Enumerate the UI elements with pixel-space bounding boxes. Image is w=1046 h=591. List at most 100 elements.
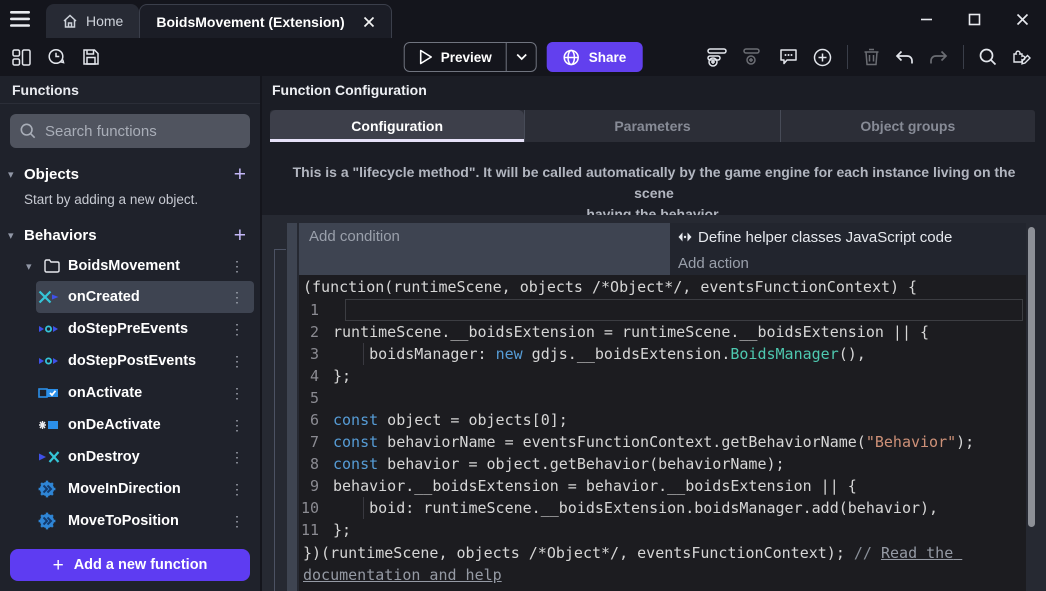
function-item-onactivate[interactable]: onActivate ⋮ (36, 377, 254, 409)
tab-object-groups[interactable]: Object groups (780, 110, 1035, 142)
objects-empty-text: Start by adding a new object. (0, 190, 260, 215)
content: Functions Search functions ▾ Objects + S… (0, 76, 1046, 591)
home-icon (62, 13, 78, 29)
kebab-menu-icon[interactable]: ⋮ (228, 449, 246, 466)
history-icon (47, 48, 66, 66)
preview-split-button: Preview (404, 42, 537, 72)
function-item-movetoposition[interactable]: MoveToPosition ⋮ (36, 505, 254, 537)
comment-icon (779, 48, 798, 66)
configuration-tabs: Configuration Parameters Object groups (270, 110, 1035, 142)
tab-boidsmovement[interactable]: BoidsMovement (Extension) (139, 4, 391, 38)
lifecycle-description: This is a "lifecycle method". It will be… (262, 142, 1046, 215)
function-item-dosteppostevents[interactable]: doStepPostEvents ⋮ (36, 345, 254, 377)
add-condition-button[interactable]: Add condition (299, 223, 670, 275)
function-item-label: doStepPreEvents (68, 321, 188, 337)
code-icon (678, 232, 692, 242)
description-line1: This is a "lifecycle method". It will be… (282, 162, 1026, 204)
close-window-button[interactable] (998, 0, 1046, 38)
kebab-menu-icon[interactable]: ⋮ (228, 513, 246, 530)
behavior-group-boidsmovement[interactable]: ▾ BoidsMovement ⋮ (0, 251, 260, 281)
toggle-panels-button[interactable] (12, 49, 31, 66)
main-panel: Function Configuration Configuration Par… (262, 76, 1046, 591)
add-new-function-label: Add a new function (74, 557, 208, 573)
history-button[interactable] (47, 48, 66, 66)
onactivate-icon (38, 385, 60, 401)
maximize-icon (968, 13, 981, 26)
delete-button[interactable] (863, 48, 880, 66)
minimize-button[interactable] (902, 0, 950, 38)
event-title: Define helper classes JavaScript code (670, 223, 1026, 251)
kebab-menu-icon[interactable]: ⋮ (228, 385, 246, 402)
maximize-button[interactable] (950, 0, 998, 38)
chevron-down-icon (515, 53, 527, 61)
trash-icon (863, 48, 880, 66)
behavior-group-label: BoidsMovement (68, 258, 180, 274)
behaviors-section-header: ▾ Behaviors + (0, 219, 260, 251)
function-item-ondeactivate[interactable]: onDeActivate ⋮ (36, 409, 254, 441)
add-action-button[interactable] (743, 48, 764, 67)
collapse-caret-icon[interactable]: ▾ (8, 168, 24, 181)
js-code-event: Add condition Define helper classes Java… (287, 223, 1026, 591)
preview-label: Preview (441, 50, 492, 65)
sidebar-title: Functions (0, 76, 260, 104)
kebab-menu-icon[interactable]: ⋮ (228, 289, 246, 306)
share-label: Share (589, 50, 627, 65)
function-item-oncreated[interactable]: onCreated ⋮ (36, 281, 254, 313)
kebab-menu-icon[interactable]: ⋮ (228, 258, 246, 275)
add-new-function-button[interactable]: + Add a new function (10, 549, 250, 581)
events-scrollbar[interactable] (1028, 227, 1035, 527)
plus-icon: + (53, 556, 64, 575)
collapse-caret-icon[interactable]: ▾ (26, 260, 44, 273)
close-tab-icon[interactable] (363, 16, 375, 28)
dostep-icon (38, 321, 60, 337)
tab-home[interactable]: Home (46, 4, 139, 38)
save-button[interactable] (82, 48, 100, 66)
tab-home-label: Home (86, 13, 123, 29)
ondestroy-icon (38, 449, 60, 465)
event-drag-handle[interactable] (287, 223, 297, 591)
oncreated-icon (38, 289, 60, 305)
tab-parameters[interactable]: Parameters (524, 110, 779, 142)
function-item-dosteppreevents[interactable]: doStepPreEvents ⋮ (36, 313, 254, 345)
function-item-label: onActivate (68, 385, 142, 401)
tab-configuration[interactable]: Configuration (270, 110, 524, 142)
preview-options-button[interactable] (506, 43, 536, 71)
search-functions-input[interactable]: Search functions (10, 114, 250, 148)
objects-section-header: ▾ Objects + (0, 158, 260, 190)
collapse-caret-icon[interactable]: ▾ (8, 229, 24, 242)
add-event-button[interactable] (813, 48, 832, 67)
share-button[interactable]: Share (547, 42, 643, 72)
search-events-button[interactable] (979, 48, 997, 66)
ondeactivate-icon (38, 417, 60, 433)
kebab-menu-icon[interactable]: ⋮ (228, 353, 246, 370)
add-action-button[interactable]: Add action (670, 251, 1026, 275)
add-object-button[interactable]: + (234, 164, 246, 185)
code-editor[interactable]: (function(runtimeScene, objects /*Object… (299, 275, 1026, 591)
undo-button[interactable] (895, 50, 914, 65)
main-menu-button[interactable] (0, 0, 40, 38)
add-comment-button[interactable] (779, 48, 798, 66)
kebab-menu-icon[interactable]: ⋮ (228, 481, 246, 498)
redo-button[interactable] (929, 50, 948, 65)
extension-edit-icon (1012, 48, 1032, 67)
function-item-moveindirection[interactable]: MoveInDirection ⋮ (36, 473, 254, 505)
hamburger-icon (10, 11, 30, 27)
function-item-label: onDestroy (68, 449, 140, 465)
kebab-menu-icon[interactable]: ⋮ (228, 321, 246, 338)
function-item-label: MoveToPosition (68, 513, 179, 529)
titlebar: Home BoidsMovement (Extension) (0, 0, 1046, 38)
dostep-icon (38, 353, 60, 369)
event-group-bracket (274, 249, 286, 591)
kebab-menu-icon[interactable]: ⋮ (228, 417, 246, 434)
add-behavior-button[interactable]: + (234, 225, 246, 246)
add-circle-icon (813, 48, 832, 67)
tab-boidsmovement-label: BoidsMovement (Extension) (156, 14, 344, 30)
undo-icon (895, 50, 914, 65)
code-header-line: (function(runtimeScene, objects /*Object… (299, 275, 1026, 299)
gear-icon (38, 512, 56, 530)
edit-extension-button[interactable] (1012, 48, 1032, 67)
function-item-ondestroy[interactable]: onDestroy ⋮ (36, 441, 254, 473)
add-condition-button[interactable] (707, 48, 728, 67)
preview-button[interactable]: Preview (405, 43, 506, 71)
play-icon (419, 49, 433, 65)
